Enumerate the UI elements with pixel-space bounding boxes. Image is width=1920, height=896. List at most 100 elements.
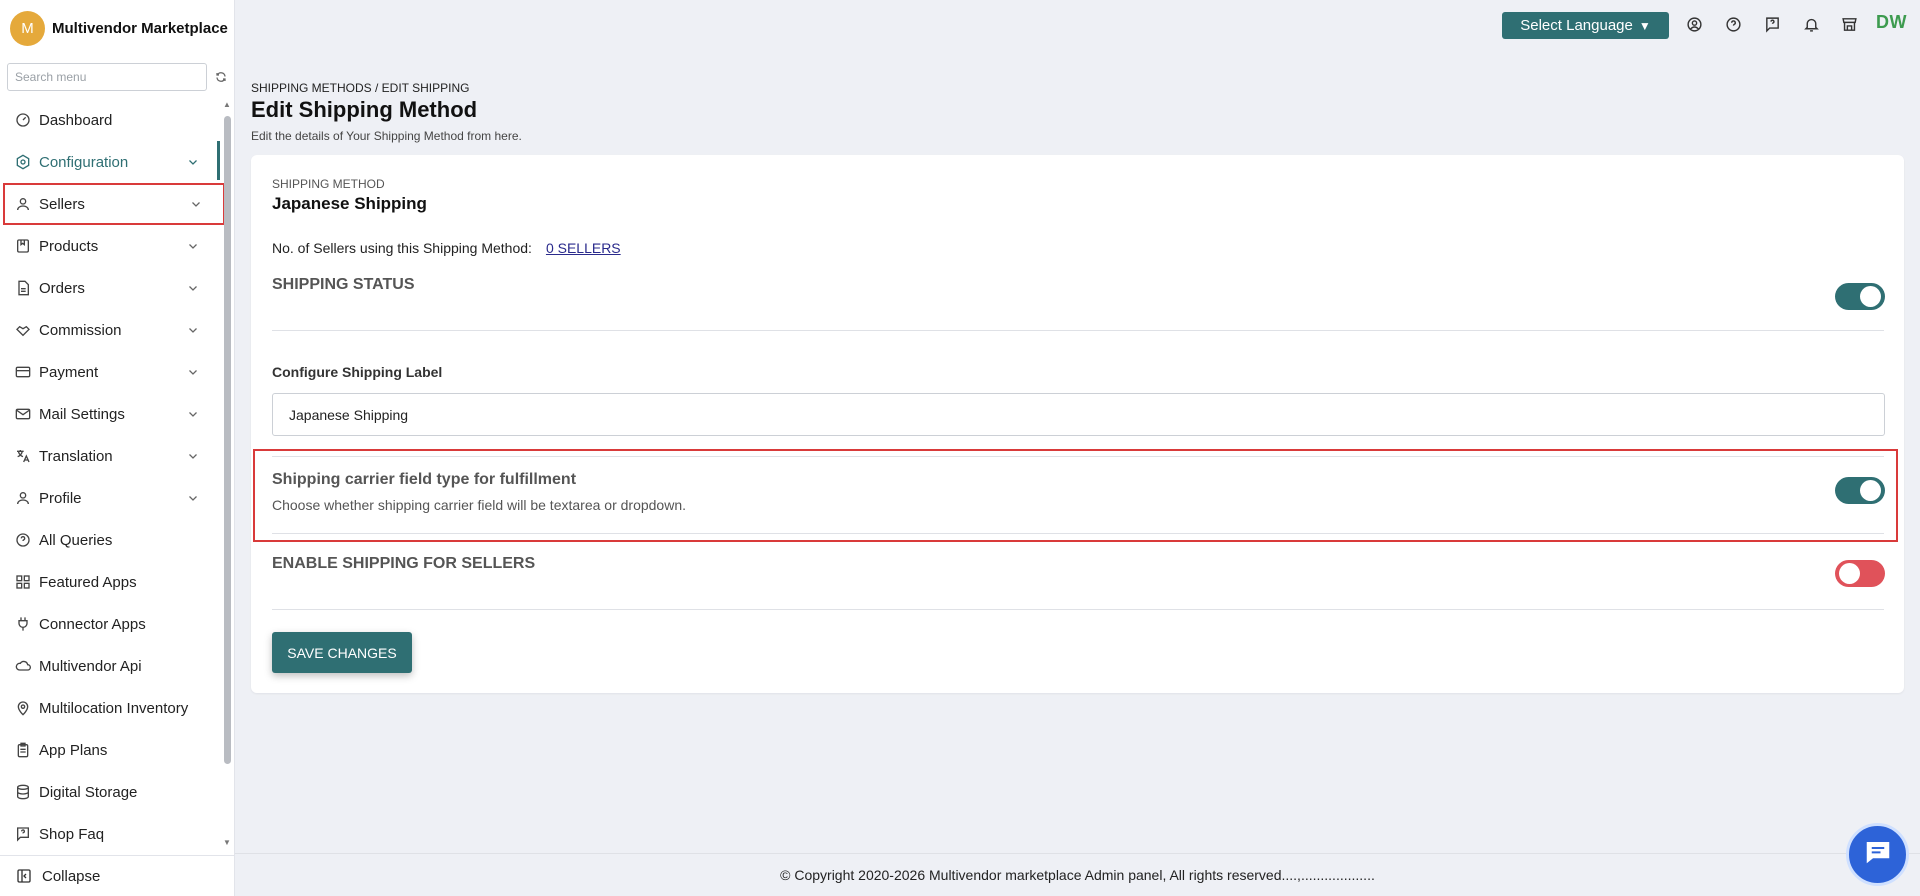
chevron-down-icon (186, 281, 200, 295)
toggle-knob (1860, 286, 1881, 307)
breadcrumb: SHIPPING METHODS / EDIT SHIPPING (251, 81, 470, 95)
chevron-down-icon (186, 323, 200, 337)
sidebar-item-configuration[interactable]: Configuration (0, 141, 222, 183)
sidebar-item-mail-settings[interactable]: Mail Settings (0, 393, 222, 435)
collapse-button[interactable]: Collapse (0, 855, 235, 896)
sidebar-item-commission[interactable]: Commission (0, 309, 222, 351)
sellers-count-text: No. of Sellers using this Shipping Metho… (272, 240, 532, 256)
sidebar-item-all-queries[interactable]: All Queries (0, 519, 222, 561)
divider (272, 609, 1884, 610)
enable-sellers-toggle[interactable] (1835, 560, 1885, 587)
sidebar-item-label: Dashboard (39, 111, 113, 129)
page-subtitle: Edit the details of Your Shipping Method… (251, 129, 522, 143)
shipping-status-toggle[interactable] (1835, 283, 1885, 310)
save-changes-button[interactable]: SAVE CHANGES (272, 632, 412, 673)
carrier-field-toggle[interactable] (1835, 477, 1885, 504)
plug-icon (14, 615, 32, 633)
settings-hex-icon (14, 153, 32, 171)
sidebar-item-sellers[interactable]: Sellers (3, 183, 225, 225)
brand[interactable]: M Multivendor Marketplace (10, 10, 228, 46)
sidebar-item-label: All Queries (39, 531, 113, 549)
chevron-down-icon (186, 239, 200, 253)
sidebar-item-label: Sellers (39, 195, 85, 213)
user-initials[interactable]: DW (1876, 12, 1907, 33)
sellers-count-row: No. of Sellers using this Shipping Metho… (272, 240, 621, 256)
menu-search-row (7, 63, 229, 91)
refresh-icon[interactable] (213, 69, 229, 85)
question-circle-icon (14, 531, 32, 549)
help-icon[interactable] (1723, 14, 1743, 34)
clipboard-icon (14, 741, 32, 759)
sidebar-item-shop-faq[interactable]: Shop Faq (0, 813, 222, 855)
toggle-knob (1860, 480, 1881, 501)
sidebar-item-label: Mail Settings (39, 405, 125, 423)
sidebar-item-label: App Plans (39, 741, 108, 759)
highlight-box (253, 449, 1898, 542)
page-title: Edit Shipping Method (251, 97, 478, 122)
sidebar-item-label: Shop Faq (39, 825, 105, 843)
edit-shipping-card: SHIPPING METHOD Japanese Shipping No. of… (251, 155, 1904, 693)
sidebar-item-connector-apps[interactable]: Connector Apps (0, 603, 222, 645)
sidebar-item-orders[interactable]: Orders (0, 267, 222, 309)
sidebar-item-label: Multivendor Api (39, 657, 142, 675)
sidebar-item-products[interactable]: Products (0, 225, 222, 267)
sidebar-item-app-plans[interactable]: App Plans (0, 729, 222, 771)
faq-icon[interactable] (1762, 14, 1782, 34)
caret-down-icon: ▼ (1638, 18, 1651, 33)
bookmark-box-icon (14, 237, 32, 255)
sidebar-item-label: Orders (39, 279, 85, 297)
chat-button[interactable] (1846, 823, 1909, 886)
mail-icon (14, 405, 32, 423)
scroll-up-arrow[interactable]: ▲ (223, 100, 231, 109)
cloud-icon (14, 657, 32, 675)
sidebar-item-label: Products (39, 237, 99, 255)
shipping-status-title: SHIPPING STATUS (272, 276, 415, 293)
sidebar-item-featured-apps[interactable]: Featured Apps (0, 561, 222, 603)
active-indicator (217, 141, 220, 180)
sidebar-scrollbar-thumb[interactable] (224, 116, 231, 764)
divider (272, 330, 1884, 331)
translate-icon (14, 447, 32, 465)
account-icon[interactable] (1684, 14, 1704, 34)
select-language-button[interactable]: Select Language ▼ (1502, 12, 1669, 39)
divider (272, 533, 1884, 534)
sidebar-item-label: Connector Apps (39, 615, 146, 633)
sidebar-item-multivendor-api[interactable]: Multivendor Api (0, 645, 222, 687)
sidebar-item-dashboard[interactable]: Dashboard (0, 99, 222, 141)
handshake-icon (14, 321, 32, 339)
scroll-down-arrow[interactable]: ▼ (223, 838, 231, 847)
sidebar-item-label: Featured Apps (39, 573, 137, 591)
carrier-field-title: Shipping carrier field type for fulfillm… (272, 471, 577, 488)
chevron-down-icon (189, 197, 203, 211)
chevron-down-icon (186, 407, 200, 421)
shipping-label-field-title: Configure Shipping Label (272, 364, 443, 380)
sidebar-item-label: Digital Storage (39, 783, 138, 801)
sidebar-item-payment[interactable]: Payment (0, 351, 222, 393)
sellers-link[interactable]: 0 SELLERS (546, 240, 621, 256)
user-icon (14, 195, 32, 213)
sidebar-menu: Dashboard Configuration Sellers Products… (0, 99, 225, 855)
sidebar-item-label: Payment (39, 363, 99, 381)
location-pin-icon (14, 699, 32, 717)
sidebar-item-translation[interactable]: Translation (0, 435, 222, 477)
collapse-label: Collapse (42, 867, 101, 885)
sidebar-item-digital-storage[interactable]: Digital Storage (0, 771, 222, 813)
topbar: Select Language ▼ DW (235, 0, 1920, 50)
enable-sellers-title: ENABLE SHIPPING FOR SELLERS (272, 555, 536, 572)
toggle-knob (1839, 563, 1860, 584)
store-icon[interactable] (1839, 14, 1859, 34)
bell-icon[interactable] (1801, 14, 1821, 34)
sidebar-item-multilocation-inventory[interactable]: Multilocation Inventory (0, 687, 222, 729)
chevron-down-icon (186, 491, 200, 505)
sidebar-item-label: Commission (39, 321, 122, 339)
brand-name: Multivendor Marketplace (52, 19, 228, 37)
database-icon (14, 783, 32, 801)
chevron-down-icon (186, 365, 200, 379)
menu-search-input[interactable] (7, 63, 208, 91)
sidebar-collapse-icon (15, 867, 33, 885)
shipping-method-label: SHIPPING METHOD (272, 177, 385, 191)
sidebar-item-label: Configuration (39, 153, 129, 171)
shipping-label-input[interactable] (272, 393, 1885, 436)
sidebar-item-profile[interactable]: Profile (0, 477, 222, 519)
faq-bubble-icon (14, 825, 32, 843)
